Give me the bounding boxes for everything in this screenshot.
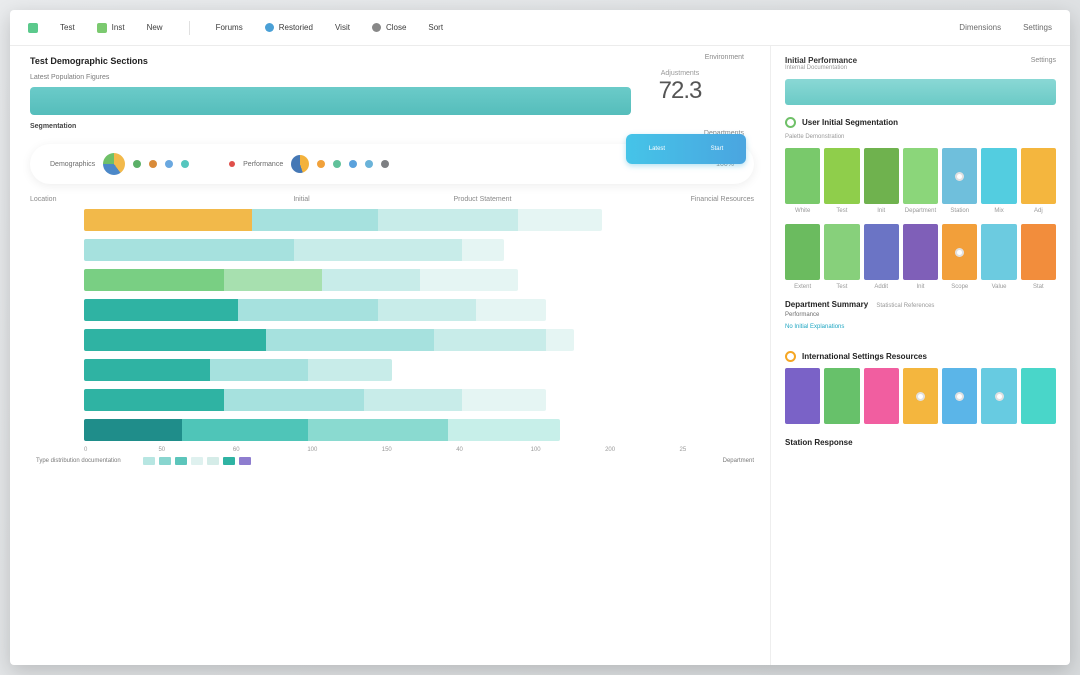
progress-chip[interactable]: Latest Start (626, 134, 746, 164)
legend-b-label: Performance (243, 161, 283, 168)
legend-swatch[interactable] (223, 457, 235, 465)
hbar-row (30, 359, 754, 381)
legend-dot[interactable] (181, 160, 189, 168)
legend-dot[interactable] (333, 160, 341, 168)
legend-dot[interactable] (149, 160, 157, 168)
legend-a-label: Demographics (50, 161, 95, 168)
menu-visit[interactable]: Visit (335, 23, 350, 32)
kpi-value: 72.3 (630, 77, 730, 105)
chart-col-headers: Location Initial Product Statement Finan… (30, 192, 754, 209)
palette-cell[interactable] (1021, 368, 1056, 424)
palette-cell[interactable] (942, 148, 977, 204)
palette-cell[interactable] (903, 224, 938, 280)
main-panel: Test Demographic Sections Latest Populat… (10, 46, 770, 665)
table-header: Department Summary Statistical Reference… (785, 300, 1056, 309)
palette-cell[interactable] (824, 224, 859, 280)
legend-dot[interactable] (349, 160, 357, 168)
legend-dot[interactable] (165, 160, 173, 168)
table-row: Performance (785, 309, 1056, 321)
env-label: Environment (705, 54, 744, 61)
palette-labels: WhiteTestInitDepartmentStationMixAdj (785, 208, 1056, 214)
hbar-row (30, 389, 754, 411)
side-sec1-title: User Initial Segmentation (802, 118, 898, 127)
status-dot-icon (229, 161, 235, 167)
side-sec1-sub: Palette Demonstration (785, 134, 1056, 140)
palette-cell[interactable] (824, 368, 859, 424)
x-axis: 050601001504010020025 (30, 447, 754, 453)
palette-cell[interactable] (903, 148, 938, 204)
bottom-legend-right: Department (723, 458, 754, 464)
palette-cell[interactable] (981, 368, 1016, 424)
kpi-label: Adjustments (630, 70, 730, 77)
legend-dot[interactable] (381, 160, 389, 168)
palette-cell[interactable] (942, 368, 977, 424)
section-label: Segmentation (30, 123, 754, 130)
menu-restoried[interactable]: Restoried (265, 23, 313, 32)
side-footer: Station Response (785, 438, 1056, 447)
legend-swatch[interactable] (159, 457, 171, 465)
menu-inst[interactable]: Inst (97, 23, 125, 33)
logo-chip[interactable] (28, 23, 38, 33)
hbar-row (30, 329, 754, 351)
side-action[interactable]: Settings (1031, 57, 1056, 64)
legend-dot[interactable] (365, 160, 373, 168)
ring-icon (785, 117, 796, 128)
toolbar-dimensions[interactable]: Dimensions (959, 23, 1001, 32)
legend-swatch[interactable] (191, 457, 203, 465)
palette-cell[interactable] (824, 148, 859, 204)
menu-test[interactable]: Test (60, 23, 75, 32)
pie-icon (291, 155, 309, 173)
hbar-row (30, 419, 754, 441)
side-subtitle: Internal Documentation (785, 65, 1056, 71)
palette-cell[interactable] (981, 148, 1016, 204)
hbar-row (30, 239, 754, 261)
side-sec2-title: International Settings Resources (802, 352, 927, 361)
legend-dot[interactable] (133, 160, 141, 168)
legend-swatch[interactable] (143, 457, 155, 465)
palette-cell[interactable] (1021, 148, 1056, 204)
palette-row (785, 148, 1056, 204)
menu-forums[interactable]: Forums (216, 23, 243, 32)
hbar-row (30, 299, 754, 321)
header-bar (30, 87, 631, 115)
menu-close[interactable]: Close (372, 23, 406, 32)
ring-icon (785, 351, 796, 362)
divider (189, 21, 190, 35)
legend-dot[interactable] (317, 160, 325, 168)
palette-labels: ExtentTestAdditInitScopeValueStat (785, 284, 1056, 290)
side-panel: Initial Performance Settings Internal Do… (770, 46, 1070, 665)
legend-swatch[interactable] (207, 457, 219, 465)
kpi-card: Adjustments 72.3 (630, 70, 730, 105)
palette-cell[interactable] (1021, 224, 1056, 280)
palette-cell[interactable] (903, 368, 938, 424)
side-title: Initial Performance (785, 56, 857, 65)
palette-cell[interactable] (864, 148, 899, 204)
palette-row (785, 368, 1056, 424)
palette-cell[interactable] (785, 368, 820, 424)
hbar-row (30, 269, 754, 291)
palette-cell[interactable] (785, 148, 820, 204)
palette-cell[interactable] (864, 224, 899, 280)
hbar-row (30, 209, 754, 231)
toolbar-settings[interactable]: Settings (1023, 23, 1052, 32)
side-table: Performance No Initial Explanations (785, 309, 1056, 333)
menu-sort[interactable]: Sort (428, 23, 443, 32)
bottom-legend-caption: Type distribution documentation (36, 458, 121, 464)
top-toolbar: Test Inst New Forums Restoried Visit Clo… (10, 10, 1070, 46)
menu-new[interactable]: New (147, 23, 163, 32)
palette-cell[interactable] (864, 368, 899, 424)
legend-swatch[interactable] (239, 457, 251, 465)
palette-cell[interactable] (942, 224, 977, 280)
hbar-chart (30, 209, 754, 441)
legend-swatch[interactable] (175, 457, 187, 465)
pie-icon (103, 153, 125, 175)
page-title: Test Demographic Sections (30, 56, 754, 66)
palette-cell[interactable] (785, 224, 820, 280)
table-row[interactable]: No Initial Explanations (785, 321, 1056, 333)
side-header-bar (785, 79, 1056, 105)
palette-row (785, 224, 1056, 280)
palette-cell[interactable] (981, 224, 1016, 280)
bottom-legend: Type distribution documentation Departme… (30, 457, 754, 465)
